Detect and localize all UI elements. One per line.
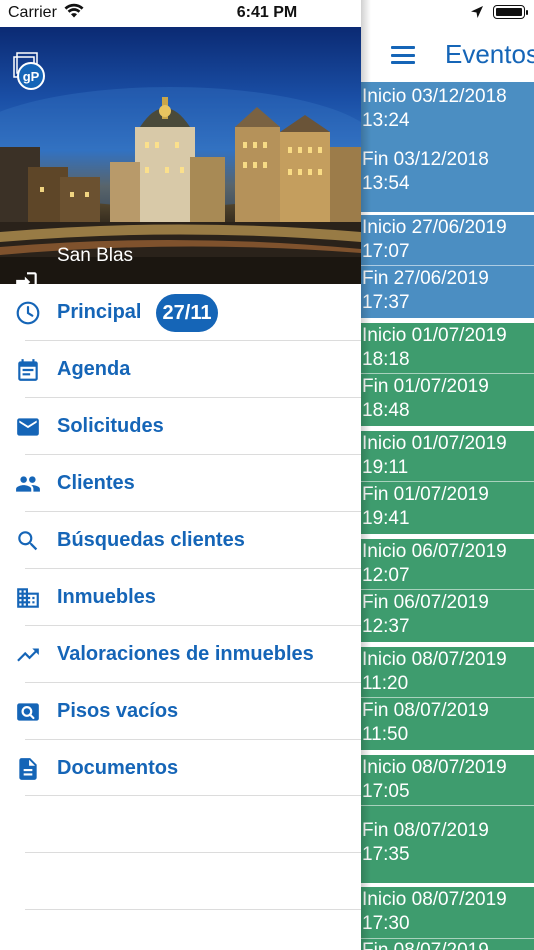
menu-item-busquedas-clientes[interactable]: Búsquedas clientes	[0, 512, 361, 569]
event-end: Fin 08/07/2019 11:50	[362, 700, 489, 745]
login-icon[interactable]	[14, 269, 40, 284]
navigation-bar: Eventos	[361, 28, 534, 82]
event-item[interactable]: Inicio 06/07/2019 12:07 Fin 06/07/2019 12:…	[361, 539, 534, 642]
event-start: Inicio 06/07/2019 12:07	[362, 541, 507, 586]
city-image	[0, 87, 361, 284]
menu-item-pisos-vacios[interactable]: Pisos vacíos	[0, 683, 361, 740]
status-bar: Carrier 6:41 PM	[0, 0, 534, 28]
menu-item-valoraciones[interactable]: Valoraciones de inmuebles	[0, 626, 361, 683]
event-end: Fin 27/06/2019 17:37	[362, 268, 489, 313]
image-search-icon	[17, 703, 39, 721]
date-badge: 27/11	[156, 294, 218, 332]
menu-item-principal[interactable]: Principal 27/11	[0, 284, 361, 341]
event-divider	[361, 589, 534, 590]
menu-divider	[25, 909, 361, 910]
event-start: Inicio 01/07/2019 18:18	[362, 325, 507, 370]
event-end: Fin 03/12/2018 13:54	[362, 149, 489, 194]
menu-label: Valoraciones de inmuebles	[57, 643, 314, 665]
event-start: Inicio 01/07/2019 19:11	[362, 433, 507, 478]
event-end: Fin 08/07/2019 17:35	[362, 820, 489, 865]
menu-item-solicitudes[interactable]: Solicitudes	[0, 398, 361, 455]
search-icon	[18, 531, 38, 551]
drawer-header: gP San Blas	[0, 27, 361, 284]
menu-item-agenda[interactable]: Agenda	[0, 341, 361, 398]
event-start: Inicio 08/07/2019 17:30	[362, 889, 507, 934]
event-start: Inicio 27/06/2019 17:07	[362, 217, 507, 262]
trending-up-icon	[17, 648, 39, 662]
event-item[interactable]: Inicio 03/12/2018 13:24 Fin 03/12/2018 13:…	[361, 82, 534, 212]
menu-label: Búsquedas clientes	[57, 529, 245, 551]
menu-label: Documentos	[57, 757, 179, 779]
menu-label: Solicitudes	[57, 415, 164, 437]
battery-tip	[526, 10, 528, 15]
clock-icon	[16, 301, 40, 325]
menu-icon[interactable]	[391, 46, 415, 64]
user-name: San Blas	[57, 245, 134, 266]
event-start: Inicio 08/07/2019 17:05	[362, 757, 507, 802]
event-end: Fin 01/07/2019 19:41	[362, 484, 489, 529]
event-divider	[361, 481, 534, 482]
event-start: Inicio 03/12/2018 13:24	[362, 86, 507, 131]
navigation-drawer: gP San Blas Principal 27/11 Agenda Solic…	[0, 0, 361, 950]
document-icon	[19, 758, 37, 780]
event-end: Fin 06/07/2019 12:37	[362, 592, 489, 637]
location-arrow-icon	[471, 6, 483, 18]
building-icon	[17, 588, 39, 608]
event-item[interactable]: Inicio 01/07/2019 19:11 Fin 01/07/2019 19:…	[361, 431, 534, 534]
event-divider	[361, 805, 534, 806]
menu-item-clientes[interactable]: Clientes	[0, 455, 361, 512]
event-divider	[361, 265, 534, 266]
menu-divider	[25, 852, 361, 853]
drawer-shadow	[361, 0, 371, 950]
menu-label: Clientes	[57, 472, 135, 494]
menu-label: Agenda	[57, 358, 131, 380]
event-end: Fin 01/07/2019 18:48	[362, 376, 489, 421]
event-start: Inicio 08/07/2019 11:20	[362, 649, 507, 694]
menu-label: Pisos vacíos	[57, 700, 179, 722]
event-item[interactable]: Inicio 01/07/2019 18:18 Fin 01/07/2019 18:…	[361, 323, 534, 426]
menu-item-inmuebles[interactable]: Inmuebles	[0, 569, 361, 626]
event-item[interactable]: Inicio 08/07/2019 17:05 Fin 08/07/2019 17:…	[361, 755, 534, 883]
logo-icon: gP	[13, 52, 45, 90]
menu-divider	[25, 795, 361, 796]
menu-item-documentos[interactable]: Documentos	[0, 740, 361, 797]
menu-label: Inmuebles	[57, 586, 156, 608]
calendar-icon	[18, 359, 38, 381]
svg-text:gP: gP	[23, 69, 40, 84]
event-end: Fin 08/07/2019	[362, 939, 489, 950]
event-item[interactable]: Inicio 27/06/2019 17:07 Fin 27/06/2019 17:…	[361, 215, 534, 318]
mail-icon	[17, 418, 39, 436]
event-item[interactable]: Inicio 08/07/2019 11:20 Fin 08/07/2019 11:…	[361, 647, 534, 750]
event-divider	[361, 697, 534, 698]
menu-label: Principal	[57, 301, 142, 323]
event-divider	[361, 373, 534, 374]
battery-icon	[493, 5, 525, 19]
event-item[interactable]: Inicio 08/07/201917:30 Fin 08/07/2019	[361, 887, 534, 950]
events-screen: Eventos Inicio 03/12/2018 13:24 Fin 03/12…	[361, 0, 534, 950]
page-title: Eventos	[445, 39, 534, 69]
people-icon	[16, 476, 40, 492]
clock-time: 6:41 PM	[236, 4, 298, 21]
